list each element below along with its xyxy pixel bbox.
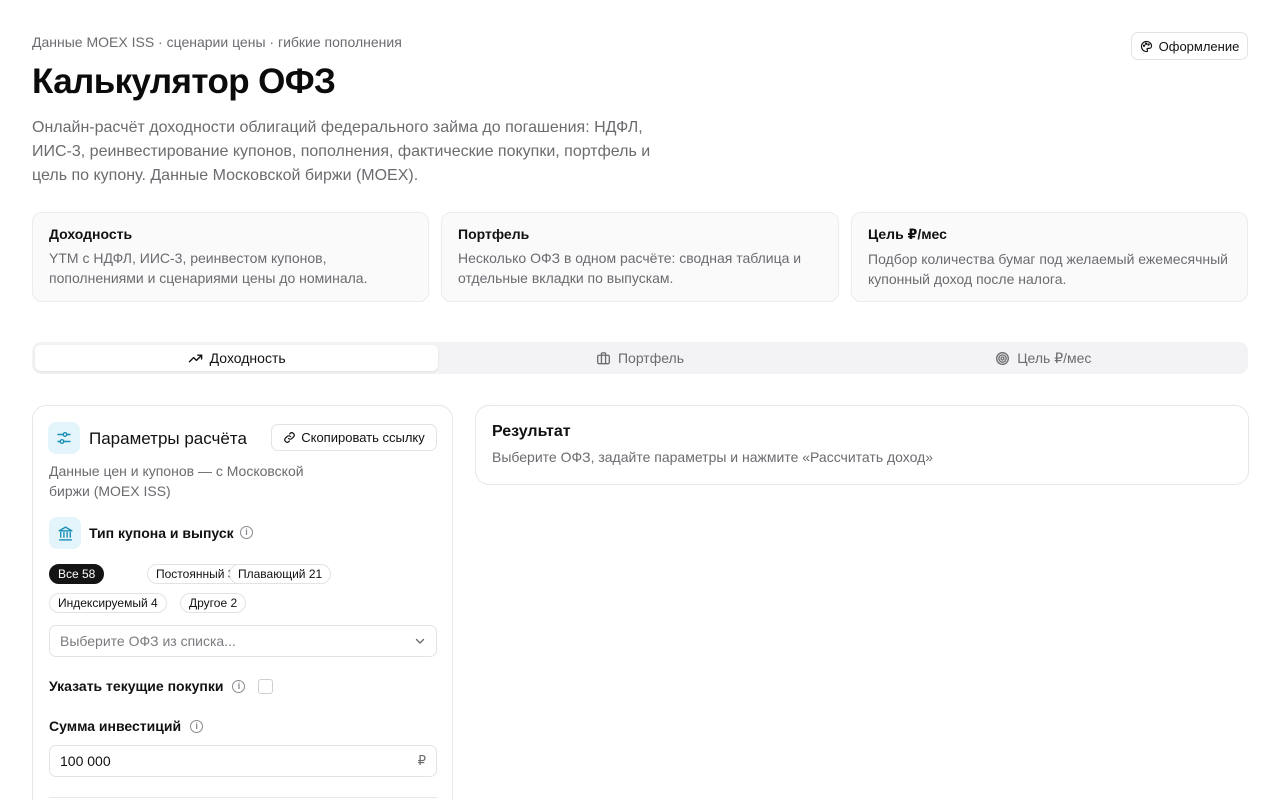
link-icon [284,432,296,443]
theme-button-label: Оформление [1158,38,1240,54]
feature-card-goal: Цель ₽/мес Подбор количества бумаг под ж… [851,212,1248,302]
feature-desc: YTM с НДФЛ, ИИС-3, реинвестом купонов, п… [49,250,368,286]
copy-link-button[interactable]: Скопировать ссылку [271,424,437,451]
bond-select[interactable]: Выберите ОФЗ из списка... [49,625,437,657]
sliders-icon [57,432,71,444]
feature-card-yield: Доходность YTM с НДФЛ, ИИС-3, реинвестом… [32,212,429,302]
params-title: Параметры расчёта [89,429,247,448]
page-title: Калькулятор ОФЗ [32,62,336,101]
investment-amount-input[interactable]: 100 000 ₽ [49,745,437,777]
info-icon[interactable]: i [232,679,246,693]
tab-yield[interactable]: Доходность [35,345,439,371]
params-desc: Данные цен и купонов — с Московской бирж… [49,463,304,499]
result-title: Результат [492,423,571,440]
current-purchases-checkbox[interactable] [258,679,273,694]
tab-goal[interactable]: Цель ₽/мес [842,345,1245,371]
chevron-down-icon [415,638,425,644]
current-purchases-row: Указать текущие покупки i [49,678,246,694]
tab-label: Цель ₽/мес [1017,349,1092,366]
feature-title: Доходность [49,226,133,242]
investment-label: Сумма инвестиций [49,718,182,734]
info-icon[interactable]: i [240,526,253,539]
feature-title: Цель ₽/мес [868,226,947,242]
investment-row: Сумма инвестиций i [49,718,204,734]
result-desc: Выберите ОФЗ, задайте параметры и нажмит… [492,449,934,465]
palette-icon [1140,40,1152,52]
mode-tabs: Доходность Портфель Цель ₽/мес [32,342,1248,374]
bank-icon [57,525,73,541]
target-icon [996,351,1010,365]
bond-select-placeholder: Выберите ОФЗ из списка... [60,633,236,649]
chip-indexed[interactable]: Индексируемый 4 [49,593,167,613]
chip-all[interactable]: Все 58 [49,564,105,584]
tab-label: Доходность [209,350,286,366]
investment-amount-value: 100 000 [60,753,111,769]
trending-up-icon [188,354,202,362]
params-icon-box [48,422,80,454]
tab-label: Портфель [617,350,685,366]
page-lead: Онлайн-расчёт доходности облигаций федер… [32,119,651,184]
feature-desc: Несколько ОФЗ в одном расчёте: сводная т… [458,250,802,286]
info-icon[interactable]: i [190,719,204,733]
bank-icon-box [49,517,81,549]
params-panel: Параметры расчёта Скопировать ссылку Дан… [32,405,453,800]
briefcase-icon [596,351,610,364]
current-purchases-label: Указать текущие покупки [49,678,224,694]
theme-button[interactable]: Оформление [1131,32,1248,60]
currency-symbol: ₽ [417,753,426,768]
page-eyebrow: Данные MOEX ISS · сценарии цены · гибкие… [32,34,402,50]
chip-floating[interactable]: Плавающий 21 [229,564,332,584]
tab-portfolio[interactable]: Портфель [438,345,841,371]
feature-desc: Подбор количества бумаг под желаемый еже… [868,251,1228,287]
result-panel: Результат Выберите ОФЗ, задайте параметр… [475,405,1249,485]
feature-title: Портфель [458,226,530,242]
divider [49,797,437,798]
copy-link-label: Скопировать ссылку [301,430,425,445]
feature-card-portfolio: Портфель Несколько ОФЗ в одном расчёте: … [441,212,839,302]
chip-other[interactable]: Другое 2 [180,593,247,613]
coupon-section-title: Тип купона и выпуск [89,525,234,541]
